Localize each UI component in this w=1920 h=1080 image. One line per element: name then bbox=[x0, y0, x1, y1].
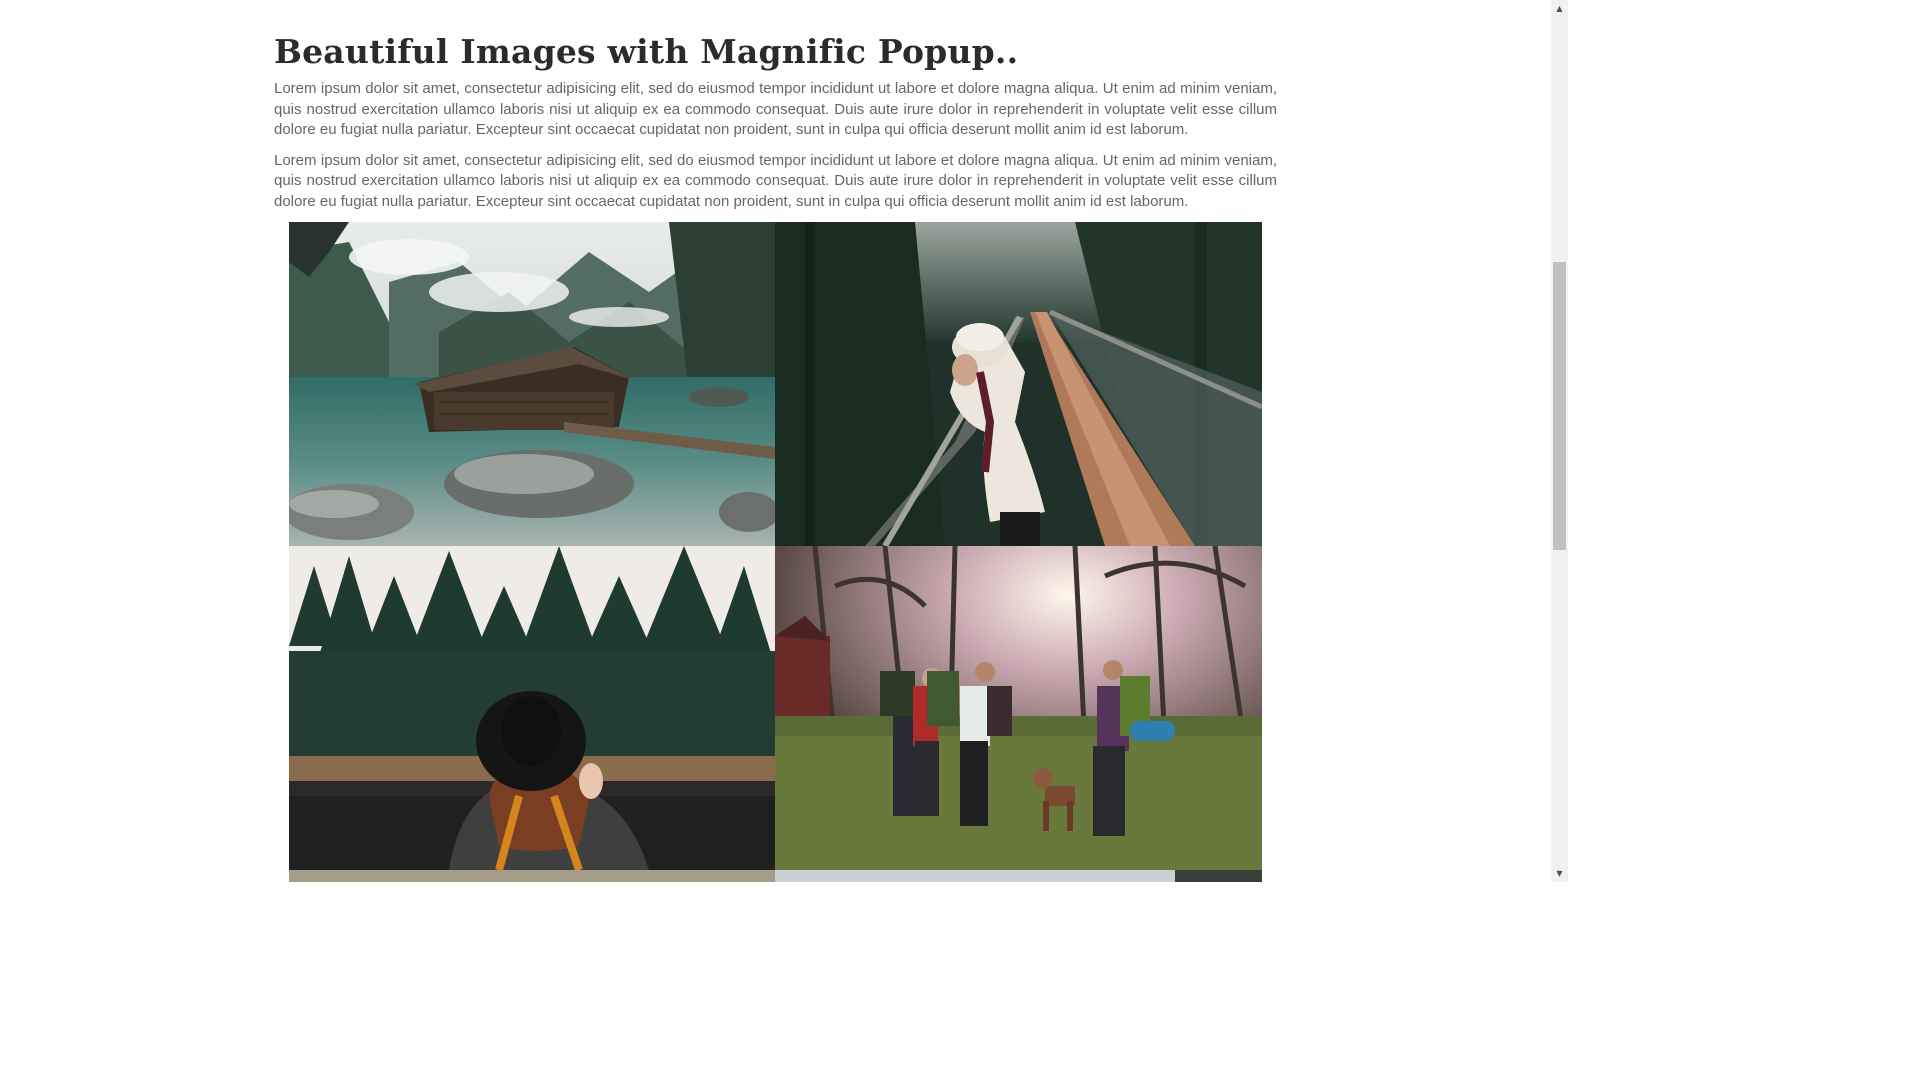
article-title: Beautiful Images with Magnific Popup.. bbox=[274, 32, 1019, 71]
article: Beautiful Images with Magnific Popup.. L… bbox=[274, 30, 1277, 212]
gallery-image-partial-2[interactable] bbox=[775, 870, 1262, 882]
scrollbar-thumb[interactable] bbox=[1553, 262, 1566, 550]
scroll-up-arrow-icon[interactable]: ▲ bbox=[1551, 0, 1568, 17]
image-gallery bbox=[289, 222, 1262, 882]
vertical-scrollbar[interactable]: ▲ ▼ bbox=[1551, 0, 1568, 882]
gallery-image-woman-forest-lake[interactable] bbox=[289, 546, 775, 870]
gallery-image-lake-boathouse[interactable] bbox=[289, 222, 775, 546]
article-paragraph-2: Lorem ipsum dolor sit amet, consectetur … bbox=[274, 151, 1277, 210]
article-paragraph-1: Lorem ipsum dolor sit amet, consectetur … bbox=[274, 80, 1277, 138]
gallery-image-hikers-dog[interactable] bbox=[775, 546, 1262, 870]
scroll-down-arrow-icon[interactable]: ▼ bbox=[1551, 865, 1568, 882]
gallery-image-partial-1[interactable] bbox=[289, 870, 775, 882]
page: Beautiful Images with Magnific Popup.. L… bbox=[0, 0, 1551, 882]
gallery-image-suspension-bridge[interactable] bbox=[775, 222, 1262, 546]
